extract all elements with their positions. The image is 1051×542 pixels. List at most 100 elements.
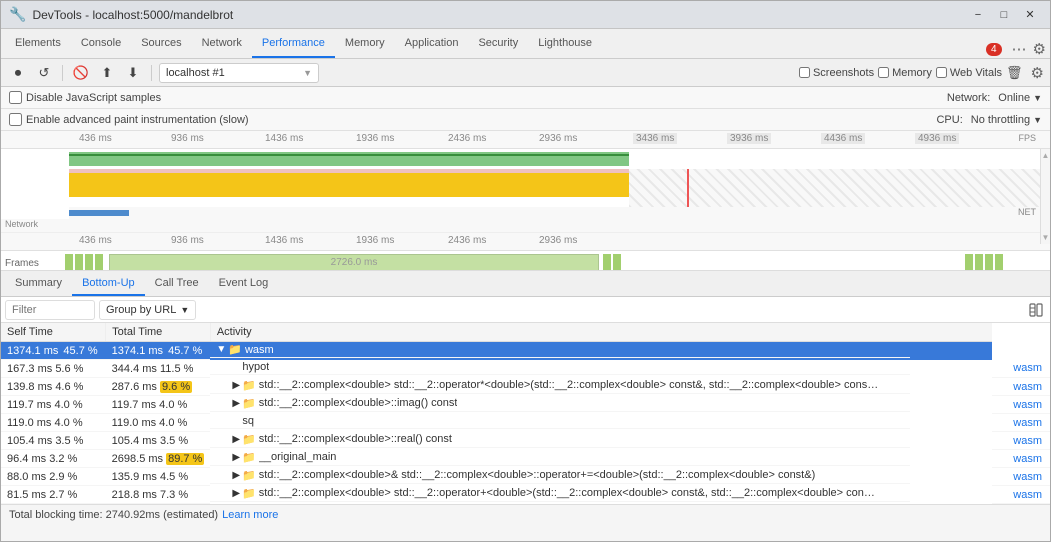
frames-content: 2726.0 ms xyxy=(65,251,1050,271)
table-row[interactable]: 105.4 ms 3.5 %105.4 ms 3.5 %▶📁std::__2::… xyxy=(1,432,1050,450)
cpu-select[interactable]: No throttling ▼ xyxy=(971,114,1042,126)
cell-link[interactable]: wasm xyxy=(992,432,1050,450)
scroll-down-btn[interactable]: ▼ xyxy=(1042,233,1050,242)
cpu-value: No throttling xyxy=(971,114,1030,126)
cell-total-time: 119.7 ms 4.0 % xyxy=(106,396,211,414)
trash-icon[interactable]: 🗑 xyxy=(1006,65,1023,81)
learn-more-link[interactable]: Learn more xyxy=(222,509,278,521)
table-row[interactable]: 88.0 ms 2.9 %135.9 ms 4.5 %▶📁std::__2::c… xyxy=(1,468,1050,486)
scroll-up-btn[interactable]: ▲ xyxy=(1042,151,1050,160)
url-dropdown-icon[interactable]: ▼ xyxy=(303,68,312,78)
tab-performance[interactable]: Performance xyxy=(252,30,335,58)
sidebar-toggle-button[interactable] xyxy=(1026,300,1046,320)
error-badge: 4 xyxy=(986,43,1002,56)
group-by-select[interactable]: Group by URL ▼ xyxy=(99,300,196,320)
frame-bar-far-right-4 xyxy=(995,254,1003,271)
reload-record-button[interactable]: ↺ xyxy=(33,62,55,84)
net-bar xyxy=(69,210,129,216)
close-button[interactable]: ✕ xyxy=(1018,5,1042,25)
webvitals-checkbox[interactable] xyxy=(936,67,947,78)
filter-input[interactable] xyxy=(5,300,95,320)
tab-elements[interactable]: Elements xyxy=(5,30,71,58)
tab-bottom-up[interactable]: Bottom-Up xyxy=(72,272,145,296)
ruler-mark2-5: 2936 ms xyxy=(539,235,577,246)
disable-js-samples-label[interactable]: Disable JavaScript samples xyxy=(9,91,161,104)
webvitals-checkbox-label[interactable]: Web Vitals xyxy=(936,67,1002,79)
clear-button[interactable]: 🚫 xyxy=(70,62,92,84)
tab-call-tree[interactable]: Call Tree xyxy=(145,272,209,296)
tab-console[interactable]: Console xyxy=(71,30,131,58)
upload-button[interactable]: ⬆ xyxy=(96,62,118,84)
tab-sources[interactable]: Sources xyxy=(131,30,191,58)
enable-paint-label[interactable]: Enable advanced paint instrumentation (s… xyxy=(9,113,249,126)
cell-link[interactable]: wasm xyxy=(992,450,1050,468)
cell-link[interactable]: wasm xyxy=(992,486,1050,504)
expand-arrow-icon[interactable]: ▶ xyxy=(232,398,240,409)
cell-activity: ▼📁wasm xyxy=(210,342,910,358)
table-row[interactable]: 96.4 ms 3.2 %2698.5 ms 89.7 %▶📁__origina… xyxy=(1,450,1050,468)
timeline-container[interactable]: 436 ms 936 ms 1436 ms 1936 ms 2436 ms 29… xyxy=(1,131,1050,271)
table-row[interactable]: 1374.1 ms 45.7 %1374.1 ms 45.7 %▼📁wasm xyxy=(1,342,1050,360)
tab-network[interactable]: Network xyxy=(192,30,252,58)
main-nav-tabs: Elements Console Sources Network Perform… xyxy=(1,29,1050,59)
memory-checkbox[interactable] xyxy=(878,67,889,78)
capture-settings-icon[interactable]: ⚙ xyxy=(1031,64,1044,82)
ruler-mark-r3: 4936 ms xyxy=(915,133,959,144)
folder-icon: 📁 xyxy=(242,379,256,392)
maximize-button[interactable]: □ xyxy=(992,5,1016,25)
expand-arrow-icon[interactable]: ▶ xyxy=(232,434,240,445)
record-button[interactable]: ⏺ xyxy=(7,62,29,84)
settings-icon[interactable]: ⚙ xyxy=(1033,40,1046,58)
cell-link[interactable]: wasm xyxy=(992,360,1050,378)
window-title: DevTools - localhost:5000/mandelbrot xyxy=(32,8,966,22)
screenshots-checkbox[interactable] xyxy=(799,67,810,78)
nav-right: 4 ⋯ ⚙ xyxy=(982,40,1046,58)
tab-lighthouse[interactable]: Lighthouse xyxy=(528,30,602,58)
frame-bar-tiny-3 xyxy=(85,254,93,271)
screenshots-checkbox-label[interactable]: Screenshots xyxy=(799,67,874,79)
tab-event-log[interactable]: Event Log xyxy=(209,272,279,296)
expand-arrow-icon[interactable]: ▶ xyxy=(232,452,240,463)
col-activity[interactable]: Activity xyxy=(210,323,992,342)
folder-icon: 📁 xyxy=(242,433,256,446)
cell-link[interactable]: wasm xyxy=(992,414,1050,432)
disable-js-samples-checkbox[interactable] xyxy=(9,91,22,104)
expand-arrow-icon[interactable]: ▼ xyxy=(216,344,226,355)
network-select[interactable]: Online ▼ xyxy=(998,92,1042,104)
cell-link[interactable]: wasm xyxy=(992,396,1050,414)
memory-checkbox-label[interactable]: Memory xyxy=(878,67,932,79)
frame-bar-tiny-1 xyxy=(65,254,73,271)
col-self-time[interactable]: Self Time xyxy=(1,323,106,342)
tab-summary[interactable]: Summary xyxy=(5,272,72,296)
table-row[interactable]: 119.0 ms 4.0 %119.0 ms 4.0 %sqwasm xyxy=(1,414,1050,432)
tab-security[interactable]: Security xyxy=(468,30,528,58)
tab-application[interactable]: Application xyxy=(395,30,469,58)
tab-memory[interactable]: Memory xyxy=(335,30,395,58)
table-row[interactable]: 139.8 ms 4.6 %287.6 ms 9.6 %▶📁std::__2::… xyxy=(1,378,1050,396)
timeline-ruler-top: 436 ms 936 ms 1436 ms 1936 ms 2436 ms 29… xyxy=(1,131,1050,149)
enable-paint-checkbox[interactable] xyxy=(9,113,22,126)
titlebar: 🔧 DevTools - localhost:5000/mandelbrot −… xyxy=(1,1,1050,29)
cell-activity: ▶📁std::__2::complex<double>::real() cons… xyxy=(210,432,910,448)
table-row[interactable]: 81.5 ms 2.7 %218.8 ms 7.3 %▶📁std::__2::c… xyxy=(1,486,1050,504)
cell-link[interactable]: wasm xyxy=(992,468,1050,486)
frame-bar-tiny-2 xyxy=(75,254,83,271)
cell-total-time: 287.6 ms 9.6 % xyxy=(106,378,211,396)
data-table-wrapper[interactable]: Self Time Total Time Activity 1374.1 ms … xyxy=(1,323,1050,504)
download-button[interactable]: ⬇ xyxy=(122,62,144,84)
col-total-time[interactable]: Total Time xyxy=(106,323,211,342)
expand-arrow-icon[interactable]: ▶ xyxy=(232,488,240,499)
cell-link[interactable]: wasm xyxy=(992,378,1050,396)
ruler-mark2-0: 436 ms xyxy=(79,235,112,246)
more-tools-icon[interactable]: ⋯ xyxy=(1012,40,1027,58)
ruler-mark-3: 1936 ms xyxy=(356,133,394,144)
table-row[interactable]: 119.7 ms 4.0 %119.7 ms 4.0 %▶📁std::__2::… xyxy=(1,396,1050,414)
expand-arrow-icon[interactable]: ▶ xyxy=(232,470,240,481)
frame-bar-far-right-2 xyxy=(975,254,983,271)
minimize-button[interactable]: − xyxy=(966,5,990,25)
table-row[interactable]: 167.3 ms 5.6 %344.4 ms 11.5 %hypotwasm xyxy=(1,360,1050,378)
frame-bar-far-right xyxy=(965,254,973,271)
ruler-mark-r0: 3436 ms xyxy=(633,133,677,144)
expand-arrow-icon[interactable]: ▶ xyxy=(232,380,240,391)
activity-text: hypot xyxy=(242,361,269,373)
